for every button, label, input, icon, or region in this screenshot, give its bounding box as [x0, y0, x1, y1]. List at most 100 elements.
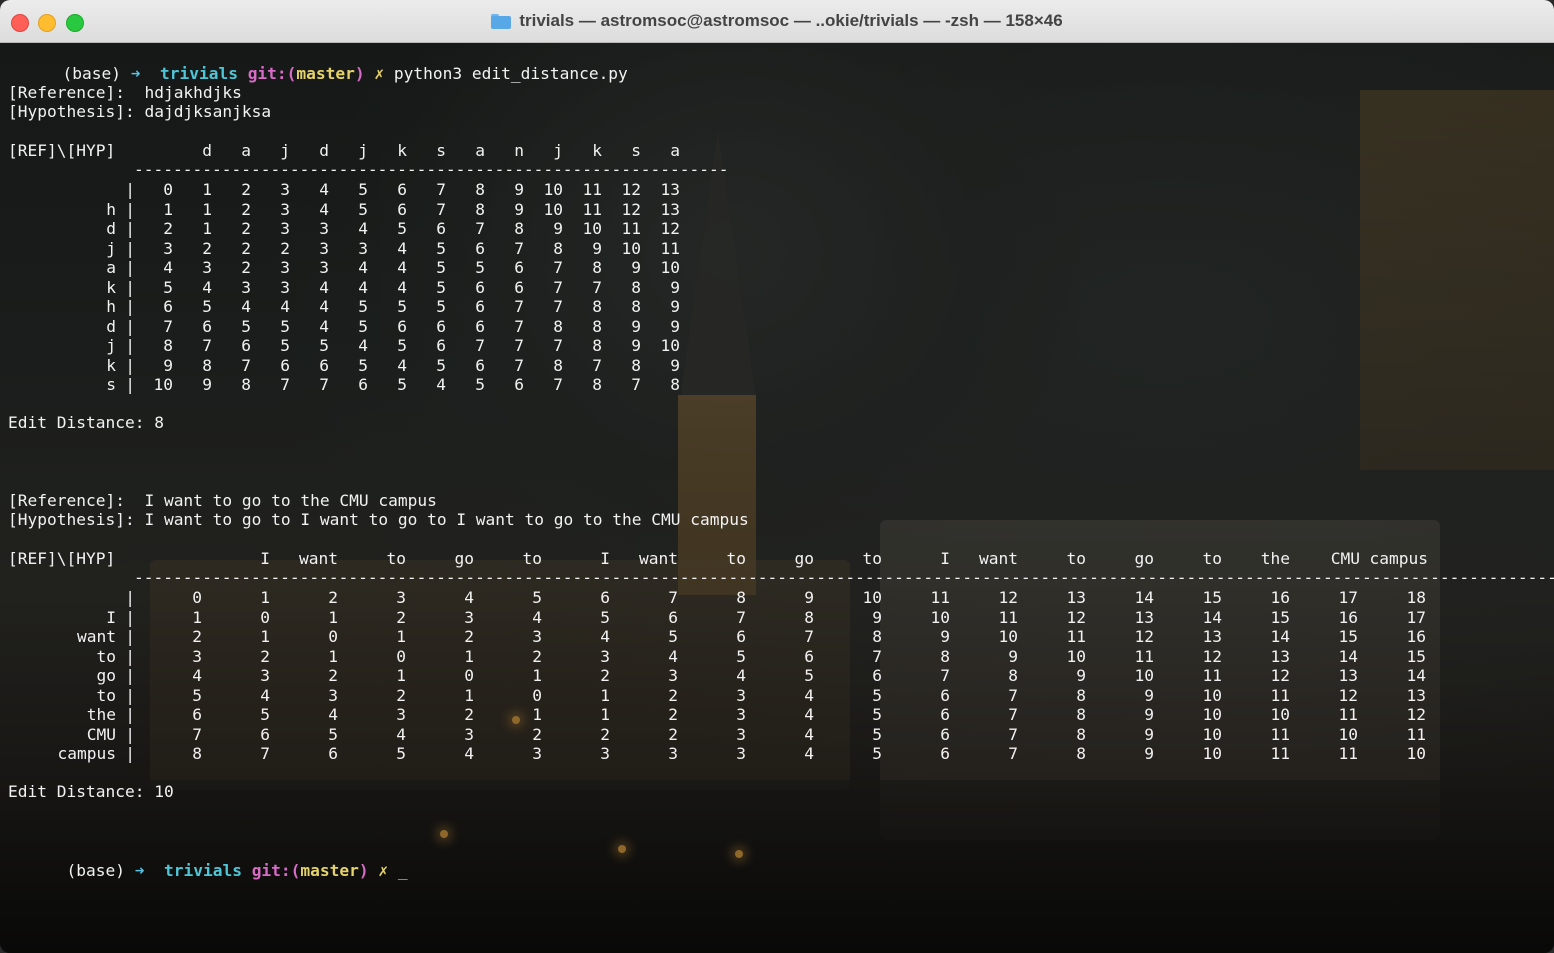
- hypothesis-value: I want to go to I want to go to I want t…: [144, 510, 749, 529]
- matrix-cell: 7: [592, 355, 602, 375]
- matrix-cell: 3: [736, 724, 746, 744]
- matrix-cell: 17: [1406, 607, 1427, 627]
- matrix-cell: 4: [163, 258, 173, 277]
- matrix-cell: 12: [1134, 627, 1155, 646]
- ref-token-label: s: [106, 375, 116, 394]
- matrix-cell: 6: [192, 705, 202, 724]
- matrix-cell: 7: [202, 336, 212, 355]
- matrix-cell: 8: [670, 375, 680, 394]
- matrix-cell: 11: [998, 607, 1019, 627]
- matrix-cell: 5: [358, 316, 368, 336]
- terminal-content[interactable]: (base) ➜ trivials git:(master) ✗ python3…: [0, 42, 1554, 953]
- matrix-cell: 5: [202, 297, 212, 316]
- matrix-cell: 4: [202, 277, 212, 297]
- matrix-cell: 10: [1066, 646, 1087, 666]
- edit-distance-line: Edit Distance: 8: [8, 413, 164, 433]
- matrix-cell: 6: [514, 258, 524, 277]
- matrix-cell: 1: [600, 705, 610, 724]
- matrix-cell: 8: [163, 336, 173, 355]
- matrix-cell: 5: [600, 607, 610, 627]
- terminal-window: trivials — astromsoc@astromsoc — ..okie/…: [0, 0, 1554, 953]
- matrix-cell: 17: [1338, 588, 1359, 607]
- folder-icon: [491, 13, 512, 29]
- matrix-cell: 2: [241, 238, 251, 258]
- ref-token-label: [0, 180, 116, 200]
- matrix-cell: 6: [202, 316, 212, 336]
- matrix-cell: 7: [1008, 744, 1018, 763]
- matrix-cell: 5: [872, 685, 882, 705]
- matrix-cell: 10: [998, 627, 1019, 646]
- matrix-cell: 4: [804, 685, 814, 705]
- prompt-line[interactable]: (base) ➜ trivials git:(master) ✗ _: [8, 841, 407, 880]
- matrix-cell: 8: [592, 316, 602, 336]
- matrix-cell: 7: [192, 724, 202, 744]
- matrix-cell: 5: [475, 375, 485, 394]
- title-bar[interactable]: trivials — astromsoc@astromsoc — ..okie/…: [0, 0, 1554, 43]
- matrix-cell: 6: [260, 724, 270, 744]
- matrix-cell: 9: [163, 355, 173, 375]
- matrix-cell: 5: [192, 685, 202, 705]
- git-branch: master: [300, 861, 359, 880]
- matrix-cell: 3: [668, 666, 678, 685]
- matrix-cell: 4: [804, 744, 814, 763]
- reference-label: [Reference]:: [8, 83, 125, 102]
- text-cursor[interactable]: _: [398, 861, 408, 880]
- matrix-cell: 1: [464, 685, 474, 705]
- matrix-cell: 14: [1202, 607, 1223, 627]
- matrix-cell: 7: [319, 375, 329, 394]
- matrix-cell: 14: [1338, 646, 1359, 666]
- matrix-cell: 6: [600, 588, 610, 607]
- matrix-cell: 3: [668, 744, 678, 763]
- prompt-arrow: ➜: [130, 64, 141, 83]
- matrix-cell: 7: [631, 375, 641, 394]
- matrix-cell: 5: [260, 705, 270, 724]
- ref-token-label: want: [77, 627, 116, 646]
- matrix-cell: 10: [621, 238, 642, 258]
- ref-token-label: go: [96, 666, 117, 685]
- matrix-cell: 7: [592, 277, 602, 297]
- row-separator: |: [125, 685, 135, 705]
- matrix-cell: 11: [1406, 724, 1427, 744]
- matrix-cell: 4: [396, 724, 406, 744]
- matrix-cell: 9: [514, 199, 524, 219]
- matrix-cell: 11: [1270, 724, 1291, 744]
- matrix-cell: 7: [940, 666, 950, 685]
- matrix-cell: 8: [514, 219, 524, 238]
- matrix-cell: 11: [1202, 666, 1223, 685]
- matrix-cell: 4: [736, 666, 746, 685]
- matrix-cell: 4: [397, 277, 407, 297]
- matrix-cell: 1: [328, 646, 338, 666]
- matrix-cell: 8: [192, 744, 202, 763]
- matrix-cell: 9: [1144, 685, 1154, 705]
- matrix-cell: 3: [736, 705, 746, 724]
- matrix-cell: 2: [241, 219, 251, 238]
- command-text: python3 edit_distance.py: [393, 64, 628, 83]
- matrix-cell: 13: [1406, 685, 1427, 705]
- matrix-cell: 8: [592, 375, 602, 394]
- matrix-cell: 9: [804, 588, 814, 607]
- matrix-cell: 11: [582, 180, 603, 199]
- matrix-cell: 9: [592, 238, 602, 258]
- matrix-cell: 9: [670, 277, 680, 297]
- ref-token-label: to: [96, 646, 117, 666]
- matrix-cell: 3: [202, 258, 212, 277]
- matrix-cell: 2: [668, 705, 678, 724]
- ref-token-label: the: [86, 705, 116, 724]
- matrix-cell: 9: [670, 297, 680, 316]
- matrix-cell: 2: [280, 238, 290, 258]
- matrix-cell: 2: [328, 588, 338, 607]
- matrix-cell: 2: [600, 724, 610, 744]
- matrix-cell: 10: [1134, 666, 1155, 685]
- matrix-cell: 13: [1202, 627, 1223, 646]
- matrix-cell: 7: [553, 336, 563, 355]
- matrix-cell: 9: [872, 607, 882, 627]
- edit-distance-line: Edit Distance: 10: [8, 782, 174, 802]
- matrix-cell: 2: [532, 646, 542, 666]
- matrix-cell: 4: [464, 588, 474, 607]
- matrix-cell: 2: [328, 666, 338, 685]
- edit-distance-label: Edit Distance:: [8, 413, 145, 432]
- matrix-cell: 2: [668, 685, 678, 705]
- matrix-cell: 6: [514, 277, 524, 297]
- ref-token-label: a: [106, 258, 116, 277]
- matrix-cell: 8: [241, 375, 251, 394]
